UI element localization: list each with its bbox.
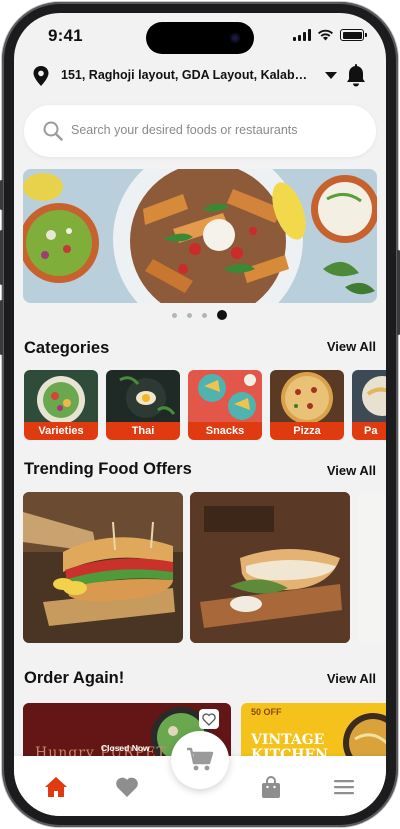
wifi-icon — [318, 29, 333, 41]
category-label: Varieties — [24, 422, 98, 440]
dynamic-island — [146, 22, 254, 54]
category-image — [270, 370, 344, 422]
category-card-varieties[interactable]: Varieties — [24, 370, 98, 440]
carousel-dot-active[interactable] — [217, 310, 227, 320]
category-card-pasta[interactable]: Pa — [352, 370, 386, 440]
trending-view-all-link[interactable]: View All — [327, 463, 376, 478]
bell-icon[interactable] — [345, 64, 367, 88]
category-image — [188, 370, 262, 422]
search-icon — [43, 121, 63, 141]
phone-volume-down — [0, 300, 3, 355]
carousel-dot[interactable] — [172, 312, 177, 318]
carousel-dot[interactable] — [202, 312, 207, 318]
camera-lens — [230, 33, 240, 43]
category-label: Thai — [106, 422, 180, 440]
phone-side-button — [0, 180, 3, 210]
location-bar[interactable]: 151, Raghoji layout, GDA Layout, Kalabur… — [14, 61, 386, 91]
home-icon[interactable] — [44, 776, 68, 798]
trending-offer-image — [190, 492, 350, 643]
carousel-indicator — [172, 310, 227, 320]
trending-offer-image — [357, 492, 386, 643]
discount-badge: 50 OFF — [251, 707, 282, 717]
category-image — [352, 370, 386, 422]
categories-list: Varieties Thai Snacks Pizza Pa — [24, 370, 386, 441]
trending-offer-card[interactable] — [23, 492, 183, 643]
status-badge: Closed Now — [101, 743, 150, 753]
category-label: Pizza — [270, 422, 344, 440]
trending-offer-card[interactable] — [190, 492, 350, 643]
phone-volume-up — [0, 230, 3, 285]
promo-banner[interactable] — [23, 169, 377, 303]
cart-button[interactable] — [171, 731, 229, 789]
cellular-signal-icon — [293, 29, 311, 41]
heart-icon — [202, 712, 216, 726]
category-label: Pa — [352, 422, 386, 440]
cart-icon — [187, 747, 214, 771]
trending-title: Trending Food Offers — [24, 460, 192, 478]
app-screen: 9:41 151, Raghoji layout, GDA Layout, Ka… — [14, 13, 386, 816]
categories-title: Categories — [24, 339, 110, 357]
order-again-title: Order Again! — [24, 669, 125, 687]
trending-offer-image — [23, 492, 183, 643]
chevron-down-icon[interactable] — [325, 72, 337, 79]
battery-icon — [340, 29, 367, 41]
category-card-snacks[interactable]: Snacks — [188, 370, 262, 440]
favorite-button[interactable] — [199, 709, 219, 729]
status-time: 9:41 — [48, 26, 83, 45]
banner-food-image — [23, 169, 377, 303]
categories-view-all-link[interactable]: View All — [327, 339, 376, 354]
bag-icon[interactable] — [259, 776, 283, 798]
category-card-pizza[interactable]: Pizza — [270, 370, 344, 440]
search-bar[interactable]: Search your desired foods or restaurants — [24, 105, 376, 157]
delivery-address[interactable]: 151, Raghoji layout, GDA Layout, Kalabur… — [61, 68, 314, 82]
category-image — [106, 370, 180, 422]
search-input[interactable]: Search your desired foods or restaurants — [71, 123, 298, 137]
order-again-card[interactable]: 50 OFF VINTAGE KITCHEN — [241, 703, 386, 763]
location-pin-icon — [33, 66, 49, 86]
trending-offer-card[interactable] — [357, 492, 386, 643]
category-card-thai[interactable]: Thai — [106, 370, 180, 440]
heart-icon[interactable] — [115, 776, 139, 798]
hamburger-icon[interactable] — [332, 776, 356, 798]
carousel-dot[interactable] — [187, 312, 192, 318]
order-again-view-all-link[interactable]: View All — [327, 671, 376, 686]
category-image — [24, 370, 98, 422]
status-bar: 9:41 — [14, 13, 386, 61]
status-icons — [293, 29, 367, 41]
category-label: Snacks — [188, 422, 262, 440]
